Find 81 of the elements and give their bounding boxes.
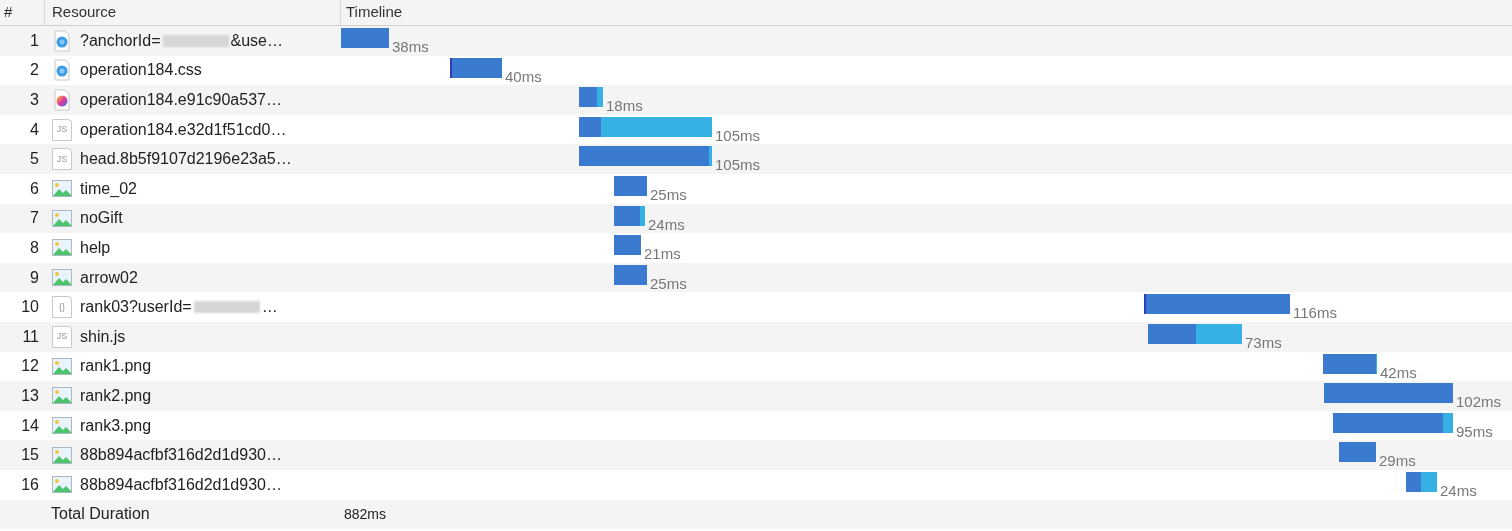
column-header[interactable]: Resource (52, 1, 117, 24)
image-file-icon (52, 417, 72, 434)
row-number: 3 (30, 91, 39, 108)
file-icon: {} (52, 296, 72, 319)
resource-name[interactable]: ?anchorId= (80, 28, 161, 53)
timeline-bar (1339, 442, 1376, 463)
image-file-icon (52, 446, 72, 464)
resource-name[interactable]: time_02 (80, 176, 137, 201)
row-number: 10 (21, 298, 39, 316)
file-icon: JS (52, 325, 72, 348)
timeline-bar (450, 57, 502, 78)
image-file-icon (52, 239, 72, 257)
duration-label: 116ms (1293, 303, 1337, 324)
row-number: 6 (30, 179, 39, 197)
image-file-icon (52, 180, 72, 198)
resource-name[interactable]: &use… (230, 28, 283, 53)
duration-label: 21ms (644, 244, 681, 265)
column-header[interactable]: Timeline (346, 1, 403, 24)
timeline-bar (1406, 471, 1437, 492)
row-number: 13 (21, 386, 39, 404)
duration-label: 102ms (1456, 392, 1502, 413)
image-file-icon (52, 387, 72, 405)
timeline-bar (579, 87, 603, 108)
image-file-icon (52, 269, 72, 287)
timeline-bar (614, 235, 641, 256)
duration-label: 42ms (1380, 362, 1417, 383)
image-file-icon (52, 209, 72, 227)
row-number: 15 (21, 446, 39, 464)
timeline-bar (341, 28, 389, 48)
row-number: 11 (22, 327, 39, 345)
resource-name[interactable]: operation184.e91c90a537… (80, 88, 282, 112)
resource-name[interactable]: operation184.e32d1f51cd0… (80, 117, 287, 142)
row-number: 4 (30, 120, 39, 138)
resource-name[interactable]: rank3.png (80, 413, 152, 438)
resource-name[interactable]: 88b894acfbf316d2d1d930… (80, 443, 282, 468)
duration-label: 73ms (1245, 332, 1282, 353)
image-file-icon (52, 476, 72, 494)
row-number: 8 (30, 238, 39, 256)
row-number: 5 (30, 150, 39, 168)
resource-name[interactable]: rank03?userId= (80, 295, 192, 320)
duration-label: 25ms (650, 273, 687, 294)
duration-label: 24ms (1440, 480, 1477, 501)
resource-name[interactable]: shin.js (80, 324, 126, 349)
row-number: 2 (30, 61, 39, 79)
resource-name[interactable]: rank2.png (80, 383, 152, 408)
resource-name[interactable]: head.8b5f9107d2196e23a5… (80, 147, 292, 172)
web-file-icon (52, 29, 72, 52)
resource-name[interactable]: help (80, 235, 111, 260)
web-file-icon (52, 59, 72, 82)
resource-name[interactable]: … (261, 295, 278, 320)
row-number: 14 (21, 416, 39, 434)
font-file-icon (52, 89, 72, 111)
duration-label: 24ms (648, 214, 685, 235)
duration-label: 38ms (392, 37, 429, 57)
duration-label: 18ms (606, 96, 643, 117)
duration-label: 105ms (715, 125, 761, 146)
row-number: 16 (21, 475, 39, 493)
duration-label: 40ms (505, 66, 542, 87)
timeline-bar (1323, 353, 1377, 374)
file-icon: JS (52, 118, 72, 141)
timeline-bar (614, 175, 647, 196)
duration-label: 105ms (715, 155, 761, 176)
resource-name[interactable]: operation184.css (80, 58, 202, 83)
duration-label: 29ms (1379, 451, 1416, 472)
resource-name[interactable]: noGift (80, 206, 123, 231)
total-label: Total Duration (51, 505, 150, 522)
image-file-icon (52, 357, 72, 375)
row-number: 9 (30, 268, 39, 286)
timeline-bar (614, 205, 645, 226)
duration-label: 25ms (650, 184, 687, 205)
duration-label: 95ms (1456, 421, 1493, 442)
row-number: 12 (21, 357, 39, 375)
total-value: 882ms (344, 506, 387, 522)
column-header[interactable]: # (4, 3, 13, 21)
timeline-bar (614, 264, 647, 285)
resource-name[interactable]: arrow02 (80, 265, 138, 290)
row-number: 7 (30, 209, 39, 227)
resource-name[interactable]: rank1.png (80, 354, 152, 379)
file-icon: JS (52, 148, 72, 171)
resource-name[interactable]: 88b894acfbf316d2d1d930… (80, 472, 282, 497)
row-number: 1 (30, 31, 39, 49)
